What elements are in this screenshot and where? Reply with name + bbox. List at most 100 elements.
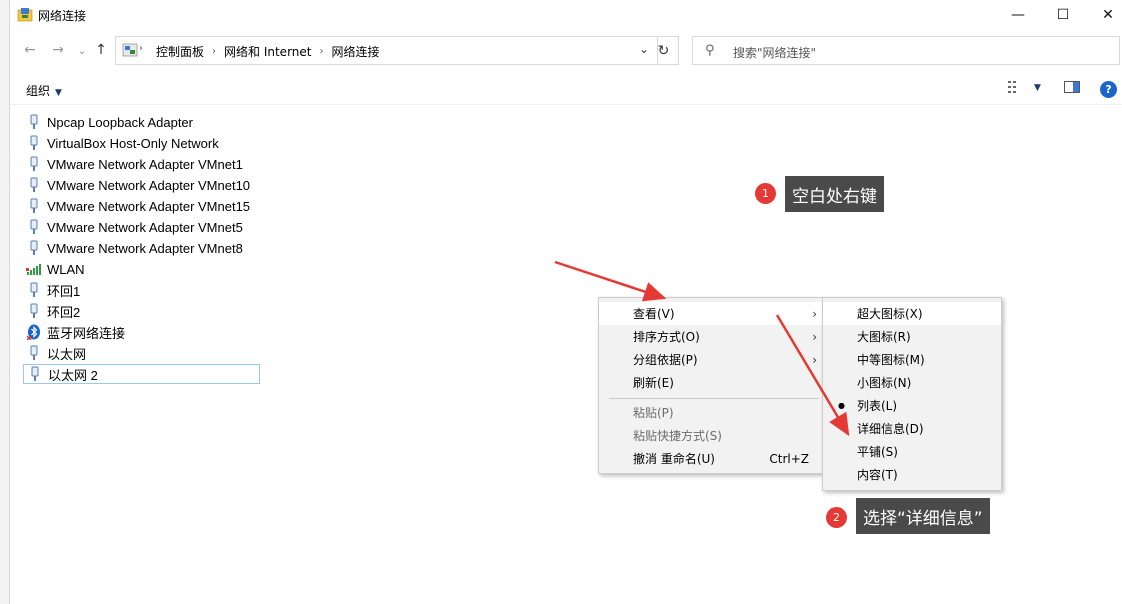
refresh-icon: ↻	[657, 42, 670, 59]
list-item[interactable]: VMware Network Adapter VMnet1	[23, 154, 260, 174]
annotation-badge-2: 2	[826, 507, 847, 528]
menu-item-large-icons[interactable]: 大图标(R)	[823, 325, 1001, 348]
network-adapter-icon	[26, 177, 42, 193]
window-title: 网络连接	[38, 9, 87, 23]
adapter-name: VMware Network Adapter VMnet5	[47, 219, 243, 235]
list-item[interactable]: VMware Network Adapter VMnet10	[23, 175, 260, 195]
address-dropdown-icon[interactable]: ⌄	[639, 42, 649, 56]
menu-item-paste: 粘贴(P)	[633, 406, 674, 420]
list-item[interactable]: 以太网	[23, 343, 260, 363]
search-box[interactable]: ⚲ 搜索"网络连接"	[692, 36, 1120, 65]
adapter-name: VMware Network Adapter VMnet15	[47, 198, 251, 214]
back-icon[interactable]: ←	[20, 40, 40, 60]
breadcrumb-root-chevron-icon[interactable]: ›	[139, 43, 143, 54]
list-item-selected[interactable]: 以太网 2	[23, 364, 260, 384]
breadcrumb-control-panel[interactable]: 控制面板	[156, 43, 204, 60]
adapter-name: 环回1	[47, 283, 81, 299]
address-bar[interactable]: › 控制面板 › 网络和 Internet › 网络连接 ⌄	[115, 36, 658, 65]
menu-accelerator: Ctrl+Z	[769, 451, 809, 466]
list-item[interactable]: 环回2	[23, 301, 260, 321]
menu-item-medium-icons[interactable]: 中等图标(M)	[823, 348, 1001, 371]
recent-locations-icon[interactable]: ⌄	[72, 40, 92, 60]
list-item[interactable]: VMware Network Adapter VMnet15	[23, 196, 260, 216]
breadcrumb: 控制面板 › 网络和 Internet › 网络连接	[156, 43, 380, 60]
forward-icon[interactable]: →	[48, 40, 68, 60]
search-icon: ⚲	[705, 43, 715, 58]
submenu-arrow-icon: ›	[812, 306, 817, 321]
minimize-button[interactable]: —	[995, 0, 1041, 30]
menu-item-list[interactable]: ● 列表(L)	[823, 394, 1001, 417]
view-options-icon[interactable]	[1008, 80, 1024, 98]
bluetooth-icon	[26, 324, 42, 340]
annotation-callout-1: 空白处右键	[785, 176, 884, 212]
adapter-name: Npcap Loopback Adapter	[47, 114, 193, 130]
control-panel-icon	[122, 42, 138, 61]
adapter-name: 以太网	[47, 346, 87, 362]
wifi-signal-icon	[26, 261, 42, 277]
breadcrumb-network-connections[interactable]: 网络连接	[331, 43, 379, 60]
list-item[interactable]: VirtualBox Host-Only Network	[23, 133, 260, 153]
network-adapter-icon	[26, 345, 42, 361]
menu-item-content[interactable]: 内容(T)	[823, 463, 1001, 486]
adapter-name: 以太网 2	[48, 367, 98, 383]
maximize-button[interactable]: ☐	[1040, 0, 1086, 30]
context-menu: 查看(V) › 排序方式(O) › 分组依据(P) › 刷新(E) 粘贴(P) …	[598, 297, 824, 474]
adapter-name: VMware Network Adapter VMnet8	[47, 240, 243, 256]
navigation-bar: ← → ⌄ ↑ › 控制面板 › 网络和 Internet › 网络连接 ⌄ ↻…	[10, 32, 1122, 68]
refresh-button[interactable]: ↻	[649, 36, 679, 65]
adapter-name: VMware Network Adapter VMnet10	[47, 177, 251, 193]
menu-item-small-icons[interactable]: 小图标(N)	[823, 371, 1001, 394]
annotation-badge-1: 1	[755, 183, 776, 204]
preview-pane-icon[interactable]	[1064, 80, 1080, 98]
checked-bullet-icon: ●	[838, 401, 845, 410]
menu-item-paste-shortcut: 粘贴快捷方式(S)	[633, 429, 722, 443]
breadcrumb-chevron-icon[interactable]: ›	[319, 46, 323, 57]
organize-button[interactable]: 组织 ▼	[26, 82, 62, 99]
network-adapter-icon	[26, 282, 42, 298]
breadcrumb-chevron-icon[interactable]: ›	[212, 46, 216, 57]
adapter-name: 环回2	[47, 304, 81, 320]
view-submenu: 超大图标(X) 大图标(R) 中等图标(M) 小图标(N) ● 列表(L) 详细…	[822, 297, 1002, 491]
command-bar: 组织 ▼ ▼ ?	[10, 74, 1122, 105]
menu-item-refresh[interactable]: 刷新(E)	[599, 371, 823, 394]
list-item[interactable]: Npcap Loopback Adapter	[23, 112, 260, 132]
adapter-name: WLAN	[47, 261, 85, 277]
background-window-strip	[0, 0, 9, 604]
network-adapter-icon	[26, 303, 42, 319]
list-item[interactable]: VMware Network Adapter VMnet8	[23, 238, 260, 258]
close-button[interactable]: ✕	[1085, 0, 1122, 30]
network-adapter-icon	[26, 156, 42, 172]
adapter-name: VMware Network Adapter VMnet1	[47, 156, 243, 172]
network-adapter-icon	[27, 366, 43, 382]
network-folder-icon	[17, 7, 33, 23]
submenu-arrow-icon: ›	[812, 329, 817, 344]
search-placeholder: 搜索"网络连接"	[733, 46, 817, 60]
menu-item-undo-rename[interactable]: 撤消 重命名(U) Ctrl+Z	[599, 447, 823, 470]
annotation-callout-2: 选择“详细信息”	[856, 498, 990, 534]
list-item[interactable]: WLAN	[23, 259, 260, 279]
network-adapter-icon	[26, 219, 42, 235]
menu-item-view[interactable]: 查看(V) ›	[599, 302, 823, 325]
list-item[interactable]: 蓝牙网络连接	[23, 322, 260, 342]
menu-separator	[609, 398, 819, 399]
up-icon[interactable]: ↑	[91, 40, 111, 60]
organize-label: 组织	[26, 84, 51, 98]
submenu-arrow-icon: ›	[812, 352, 817, 367]
title-bar: 网络连接 — ☐ ✕	[10, 0, 1122, 30]
network-adapter-icon	[26, 135, 42, 151]
adapter-name: VirtualBox Host-Only Network	[47, 135, 219, 151]
view-dropdown-caret-icon[interactable]: ▼	[1034, 83, 1041, 93]
help-icon[interactable]: ?	[1100, 81, 1117, 98]
breadcrumb-network-internet[interactable]: 网络和 Internet	[224, 43, 311, 60]
menu-item-extra-large-icons[interactable]: 超大图标(X)	[823, 302, 1001, 325]
menu-item-group-by[interactable]: 分组依据(P) ›	[599, 348, 823, 371]
network-adapter-icon	[26, 198, 42, 214]
menu-item-tiles[interactable]: 平铺(S)	[823, 440, 1001, 463]
network-adapter-icon	[26, 114, 42, 130]
menu-item-details[interactable]: 详细信息(D)	[823, 417, 1001, 440]
list-item[interactable]: VMware Network Adapter VMnet5	[23, 217, 260, 237]
list-item[interactable]: 环回1	[23, 280, 260, 300]
menu-item-sort-by[interactable]: 排序方式(O) ›	[599, 325, 823, 348]
dropdown-caret-icon: ▼	[55, 88, 62, 98]
adapter-name: 蓝牙网络连接	[47, 325, 126, 341]
